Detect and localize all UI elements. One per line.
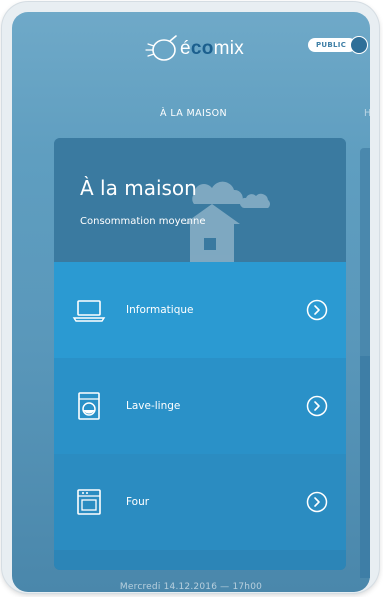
chevron-right-icon[interactable]	[306, 395, 328, 417]
list-item-informatique[interactable]: Informatique	[54, 262, 346, 358]
next-card-peek[interactable]	[360, 148, 370, 578]
tab-next[interactable]: HA	[364, 108, 370, 119]
list-item-lave-linge[interactable]: Lave-linge	[54, 358, 346, 454]
public-toggle[interactable]: PUBLIC	[308, 36, 369, 54]
card-title: À la maison	[80, 176, 197, 200]
card-subtitle: Consommation moyenne	[80, 216, 206, 227]
washing-machine-icon	[78, 392, 100, 420]
list-item-label: Informatique	[126, 304, 194, 316]
toggle-knob	[350, 36, 369, 54]
chevron-right-icon[interactable]	[306, 491, 328, 513]
list-item-four[interactable]: Four	[54, 454, 346, 550]
laptop-icon	[72, 300, 106, 322]
app-screen: écomix PUBLIC À LA MAISON HA À	[12, 12, 370, 592]
ecomix-logo: écomix	[140, 34, 244, 64]
card-header: À la maison Consommation moyenne	[54, 138, 346, 262]
oven-icon	[77, 489, 101, 515]
list-item-label: Lave-linge	[126, 400, 181, 412]
chevron-right-icon[interactable]	[306, 299, 328, 321]
footer-datetime: Mercredi 14.12.2016 — 17h00	[119, 582, 263, 592]
home-card: À la maison Consommation moyenne Informa…	[54, 138, 346, 570]
toggle-label: PUBLIC	[308, 38, 357, 52]
logo-text: écomix	[180, 38, 245, 59]
logo-swirl-icon	[145, 35, 177, 61]
house-clouds-illustration	[184, 181, 270, 262]
tab-a-la-maison[interactable]: À LA MAISON	[160, 108, 227, 119]
device-frame: écomix PUBLIC À LA MAISON HA À	[2, 2, 379, 593]
list-item-label: Four	[126, 496, 150, 508]
list-item-partial[interactable]	[54, 550, 346, 570]
